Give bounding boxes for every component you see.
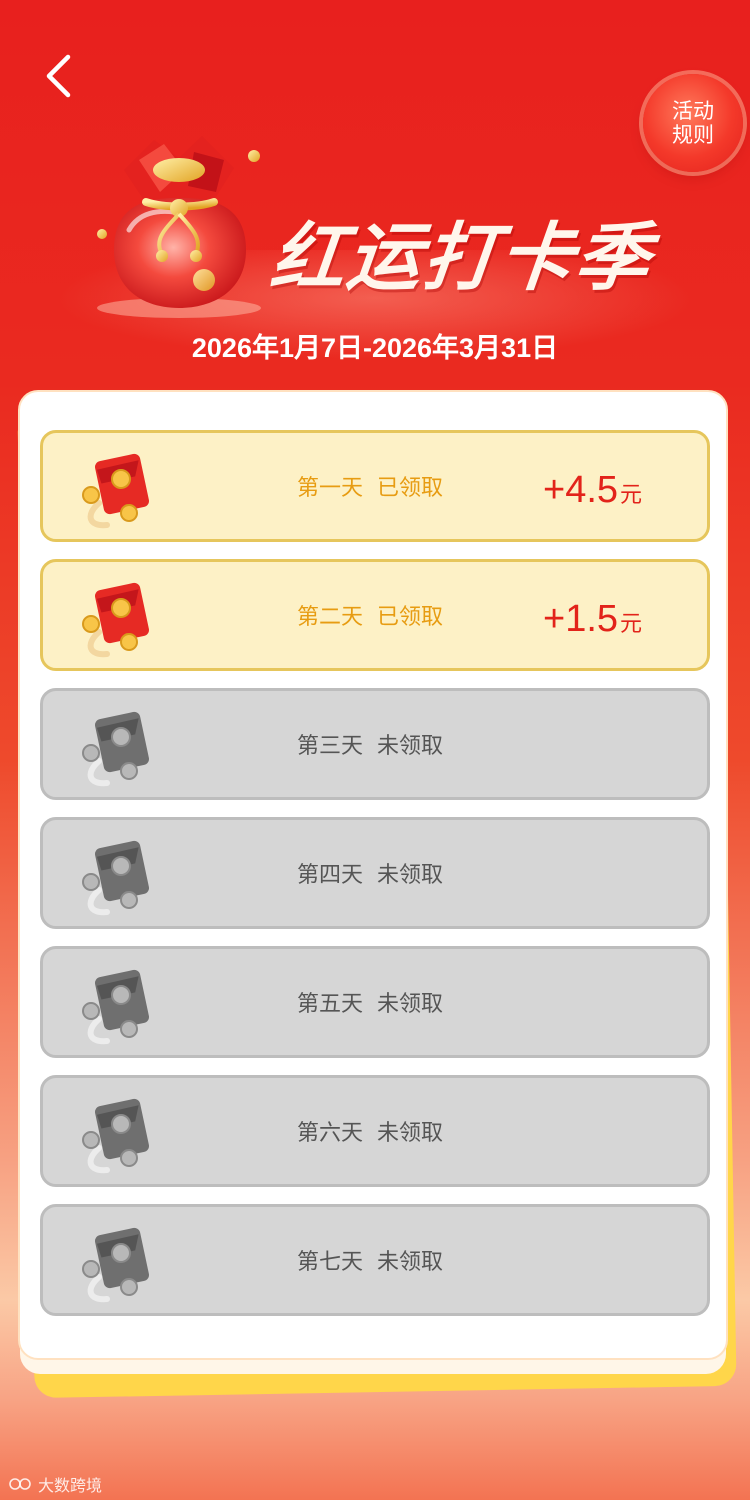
watermark: 大数跨境 (8, 1472, 102, 1496)
day-6-label: 第六天 未领取 (297, 1078, 443, 1184)
watermark-text: 大数跨境 (38, 1476, 103, 1495)
day-1-amount: +4.5 元 (543, 433, 642, 539)
day-3-status: 未领取 (377, 734, 444, 759)
day-1-status: 已领取 (377, 476, 444, 501)
day-4-label: 第四天 未领取 (297, 820, 443, 926)
gray-envelope-icon (82, 711, 149, 787)
day-1-label: 第一天 已领取 (297, 433, 443, 539)
rules-label-line1: 活动 (672, 99, 714, 123)
day-7-label: 第七天 未领取 (297, 1207, 443, 1313)
day-7-status: 未领取 (377, 1250, 444, 1275)
day-row-3[interactable]: 第三天 未领取 (40, 688, 710, 800)
day-row-7[interactable]: 第七天 未领取 (40, 1204, 710, 1316)
day-6-status: 未领取 (377, 1121, 444, 1146)
gray-envelope-icon (82, 969, 149, 1045)
gray-envelope-icon (82, 1098, 149, 1174)
day-5-name: 第五天 (297, 992, 364, 1017)
gray-envelope-icon (82, 1227, 149, 1303)
day-2-label: 第二天 已领取 (297, 562, 443, 668)
checkin-card: 第一天 已领取 +4.5 元 第二天 已领取 +1.5 元 第三天 未领取 第四… (18, 390, 728, 1360)
activity-rules-button[interactable]: 活动 规则 (643, 74, 743, 172)
day-5-label: 第五天 未领取 (297, 949, 443, 1055)
gray-envelope-icon (82, 840, 149, 916)
day-6-name: 第六天 (297, 1121, 364, 1146)
lucky-bag-icon (97, 136, 261, 318)
date-range: 2026年1月7日-2026年3月31日 (191, 333, 559, 363)
day-3-label: 第三天 未领取 (297, 691, 443, 797)
day-2-amount-unit: 元 (620, 611, 643, 636)
day-1-name: 第一天 (297, 476, 364, 501)
day-5-status: 未领取 (377, 992, 444, 1017)
red-envelope-icon (82, 582, 149, 658)
rules-label-line2: 规则 (672, 123, 714, 147)
day-1-amount-value: +4.5 (543, 469, 619, 511)
day-row-5[interactable]: 第五天 未领取 (40, 946, 710, 1058)
day-1-amount-unit: 元 (620, 482, 643, 507)
day-3-name: 第三天 (297, 734, 364, 759)
day-row-6[interactable]: 第六天 未领取 (40, 1075, 710, 1187)
chevron-left-icon (46, 54, 71, 98)
day-row-2[interactable]: 第二天 已领取 +1.5 元 (40, 559, 710, 671)
day-row-1[interactable]: 第一天 已领取 +4.5 元 (40, 430, 710, 542)
day-4-status: 未领取 (377, 863, 444, 888)
red-envelope-icon (82, 453, 149, 529)
day-2-amount-value: +1.5 (543, 598, 619, 640)
watermark-logo-icon (9, 1478, 31, 1490)
hero-title: 红运打卡季 (266, 214, 656, 301)
day-4-name: 第四天 (297, 863, 364, 888)
day-2-name: 第二天 (297, 605, 364, 630)
day-7-name: 第七天 (297, 1250, 364, 1275)
day-2-amount: +1.5 元 (543, 562, 642, 668)
back-button[interactable] (36, 52, 80, 100)
day-2-status: 已领取 (377, 605, 444, 630)
day-row-4[interactable]: 第四天 未领取 (40, 817, 710, 929)
